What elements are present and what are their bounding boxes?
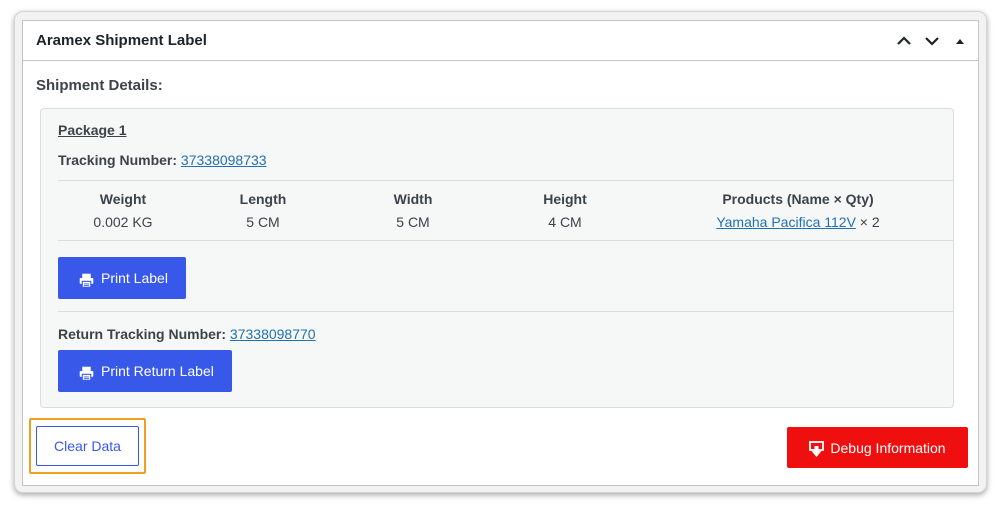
package-dimensions-table: Weight Length Width Height Products (Nam… — [58, 180, 954, 241]
tracking-number-link[interactable]: 37338098733 — [181, 152, 267, 168]
triangle-up-icon — [956, 38, 964, 44]
panel-title: Aramex Shipment Label — [36, 32, 207, 49]
panel-header: Aramex Shipment Label — [23, 21, 978, 61]
toggle-panel-button[interactable] — [948, 29, 972, 53]
table-row: 0.002 KG 5 CM 5 CM 4 CM Yamaha Pacifica … — [58, 207, 954, 241]
clear-data-highlight: Clear Data — [29, 418, 146, 474]
return-tracking-label: Return Tracking Number: — [58, 326, 227, 342]
column-header-weight: Weight — [99, 191, 147, 207]
window-frame: Aramex Shipment Label Shipment Details: … — [14, 11, 987, 493]
column-header-products: Products (Name × Qty) — [722, 191, 874, 207]
cell-width: 5 CM — [396, 214, 430, 230]
shipment-label-panel: Aramex Shipment Label Shipment Details: … — [22, 20, 979, 486]
move-down-button[interactable] — [920, 29, 944, 53]
debug-information-button[interactable]: Debug Information — [787, 427, 968, 468]
cell-weight: 0.002 KG — [93, 214, 153, 230]
package-title: Package 1 — [58, 122, 127, 138]
section-heading: Shipment Details: — [36, 77, 163, 94]
cell-products: Yamaha Pacifica 112V × 2 — [642, 207, 954, 241]
panel-header-actions — [892, 29, 972, 53]
print-return-label-text: Print Return Label — [101, 363, 214, 379]
download-icon — [809, 440, 825, 458]
tracking-row: Tracking Number: 37338098733 — [58, 152, 267, 168]
clear-data-button[interactable]: Clear Data — [36, 426, 139, 466]
chevron-up-icon — [897, 35, 911, 45]
divider — [58, 311, 954, 312]
print-label-button[interactable]: Print Label — [58, 257, 186, 299]
table-header-row: Weight Length Width Height Products (Nam… — [58, 181, 954, 207]
print-return-label-button[interactable]: Print Return Label — [58, 350, 232, 392]
return-tracking-number-link[interactable]: 37338098770 — [230, 326, 316, 342]
debug-information-text: Debug Information — [830, 439, 946, 456]
tracking-label: Tracking Number: — [58, 152, 178, 168]
panel-body: Shipment Details: Package 1 Tracking Num… — [23, 61, 978, 486]
product-qty: × 2 — [859, 214, 880, 230]
return-tracking-row: Return Tracking Number: 37338098770 — [58, 326, 316, 342]
chevron-down-icon — [925, 36, 939, 46]
cell-length: 5 CM — [246, 214, 280, 230]
print-label-text: Print Label — [101, 270, 168, 286]
cell-height: 4 CM — [548, 214, 582, 230]
printer-icon — [78, 365, 95, 382]
column-header-width: Width — [393, 191, 433, 207]
column-header-height: Height — [543, 191, 587, 207]
product-link[interactable]: Yamaha Pacifica 112V — [716, 214, 856, 230]
column-header-length: Length — [239, 191, 287, 207]
move-up-button[interactable] — [892, 29, 916, 53]
package-box: Package 1 Tracking Number: 37338098733 W… — [40, 108, 954, 408]
printer-icon — [78, 272, 95, 289]
